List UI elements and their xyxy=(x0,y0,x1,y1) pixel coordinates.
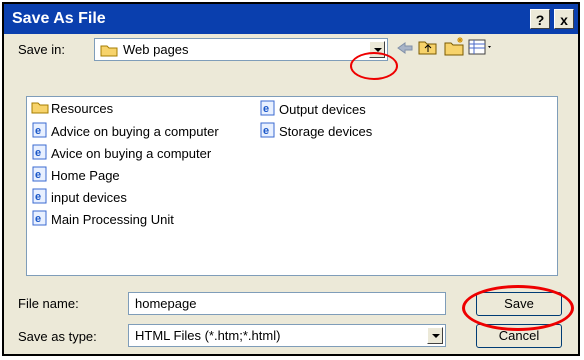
close-button[interactable]: x xyxy=(554,9,574,29)
title-bar: Save As File xyxy=(4,4,578,34)
svg-text:e: e xyxy=(263,103,269,115)
dialog-title: Save As File xyxy=(12,10,106,27)
html-file-icon: e xyxy=(31,210,49,231)
list-item[interactable]: e input devices xyxy=(31,188,127,206)
svg-text:e: e xyxy=(35,169,41,181)
back-icon[interactable] xyxy=(396,40,414,58)
new-folder-icon[interactable] xyxy=(444,36,466,56)
save-type-value: HTML Files (*.htm;*.html) xyxy=(135,328,281,343)
html-file-icon: e xyxy=(259,122,277,143)
save-in-label: Save in: xyxy=(18,42,65,57)
list-item[interactable]: e Main Processing Unit xyxy=(31,210,174,228)
html-file-icon: e xyxy=(31,122,49,143)
html-file-icon: e xyxy=(31,166,49,187)
save-type-label: Save as type: xyxy=(18,329,97,344)
annotation-ring-save xyxy=(462,285,574,331)
view-menu-icon[interactable] xyxy=(468,38,494,56)
svg-text:e: e xyxy=(263,125,269,137)
list-item[interactable]: Resources xyxy=(31,100,113,118)
filename-value: homepage xyxy=(135,296,197,311)
folder-icon xyxy=(31,100,49,119)
svg-text:e: e xyxy=(35,147,41,159)
save-in-value: Web pages xyxy=(123,42,189,57)
svg-text:e: e xyxy=(35,213,41,225)
html-file-icon: e xyxy=(259,100,277,121)
file-list[interactable]: Resources e Advice on buying a computer e… xyxy=(26,96,558,276)
filename-input[interactable]: homepage xyxy=(128,292,446,315)
svg-text:e: e xyxy=(35,191,41,203)
save-type-dropdown-arrow[interactable] xyxy=(427,327,443,344)
save-in-dropdown[interactable]: Web pages xyxy=(94,38,388,61)
list-item[interactable]: e Storage devices xyxy=(259,122,372,140)
svg-text:e: e xyxy=(35,125,41,137)
list-item[interactable]: e Avice on buying a computer xyxy=(31,144,211,162)
list-item[interactable]: e Advice on buying a computer xyxy=(31,122,219,140)
list-item[interactable]: e Output devices xyxy=(259,100,366,118)
folder-icon xyxy=(100,43,118,60)
list-item[interactable]: e Home Page xyxy=(31,166,120,184)
annotation-ring-dropdown xyxy=(350,52,398,80)
up-folder-icon[interactable] xyxy=(418,38,438,56)
save-type-dropdown[interactable]: HTML Files (*.htm;*.html) xyxy=(128,324,446,347)
html-file-icon: e xyxy=(31,188,49,209)
filename-label: File name: xyxy=(18,296,79,311)
help-button[interactable]: ? xyxy=(530,9,550,29)
html-file-icon: e xyxy=(31,144,49,165)
